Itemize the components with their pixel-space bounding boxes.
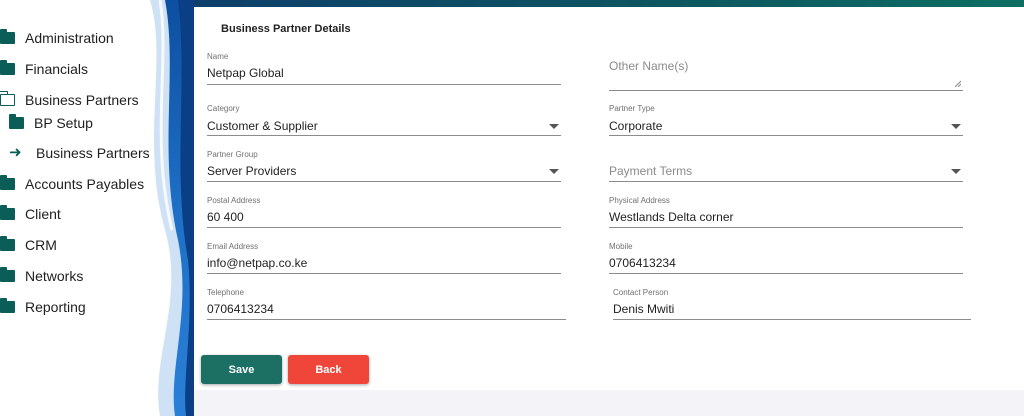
name-label: Name xyxy=(207,52,229,61)
other-names-placeholder: Other Name(s) xyxy=(609,59,689,73)
sidebar-item-client[interactable]: Client xyxy=(0,203,61,225)
name-value: Netpap Global xyxy=(207,66,284,80)
sidebar-item-label: Business Partners xyxy=(36,145,150,161)
sidebar-item-accounts-payables[interactable]: Accounts Payables xyxy=(0,173,144,195)
chevron-down-icon xyxy=(951,169,961,174)
sidebar-item-label: BP Setup xyxy=(34,115,93,131)
partner-group-label: Partner Group xyxy=(207,150,258,159)
chevron-down-icon xyxy=(951,124,961,129)
category-select[interactable]: Category Customer & Supplier xyxy=(207,104,561,136)
partner-type-label: Partner Type xyxy=(609,104,655,113)
partner-group-select[interactable]: Partner Group Server Providers xyxy=(207,150,561,182)
category-label: Category xyxy=(207,104,240,113)
mobile-field[interactable]: Mobile 0706413234 xyxy=(609,242,963,274)
folder-icon xyxy=(0,205,15,220)
sidebar-item-label: Networks xyxy=(25,268,84,284)
sidebar-item-label: Administration xyxy=(25,30,114,46)
resize-handle-icon[interactable] xyxy=(954,80,961,87)
sidebar-item-business-partners-list[interactable]: ➜ Business Partners xyxy=(9,142,150,164)
chevron-down-icon xyxy=(549,169,559,174)
physical-address-field[interactable]: Physical Address Westlands Delta corner xyxy=(609,196,963,228)
payment-terms-select[interactable]: Payment Terms xyxy=(609,150,963,182)
partner-type-value: Corporate xyxy=(609,119,663,133)
contact-person-field[interactable]: Contact Person Denis Mwiti xyxy=(613,288,971,320)
folder-icon xyxy=(9,114,24,129)
folder-icon xyxy=(0,298,15,313)
telephone-value: 0706413234 xyxy=(207,302,274,316)
sidebar-item-label: Reporting xyxy=(25,299,86,315)
arrow-right-icon: ➜ xyxy=(9,144,22,161)
email-address-value: info@netpap.co.ke xyxy=(207,256,308,270)
sidebar-nav: Administration Financials Business Partn… xyxy=(0,0,194,416)
folder-icon xyxy=(0,236,15,251)
folder-open-icon xyxy=(0,91,15,106)
mobile-label: Mobile xyxy=(609,242,633,251)
postal-address-value: 60 400 xyxy=(207,210,244,224)
postal-address-label: Postal Address xyxy=(207,196,261,205)
save-button[interactable]: Save xyxy=(201,355,282,384)
payment-terms-placeholder: Payment Terms xyxy=(609,164,693,178)
physical-address-label: Physical Address xyxy=(609,196,670,205)
sidebar-item-label: CRM xyxy=(25,237,57,253)
chevron-down-icon xyxy=(549,124,559,129)
sidebar-item-label: Accounts Payables xyxy=(25,176,145,192)
physical-address-value: Westlands Delta corner xyxy=(609,210,734,224)
footer-strip xyxy=(194,390,1024,416)
contact-person-label: Contact Person xyxy=(613,288,669,297)
partner-group-value: Server Providers xyxy=(207,164,297,178)
sidebar-item-reporting[interactable]: Reporting xyxy=(0,296,86,318)
telephone-field[interactable]: Telephone 0706413234 xyxy=(207,288,566,320)
contact-person-value: Denis Mwiti xyxy=(613,302,675,316)
partner-type-select[interactable]: Partner Type Corporate xyxy=(609,104,963,136)
sidebar-item-label: Financials xyxy=(25,61,89,77)
form-title: Business Partner Details xyxy=(221,23,351,35)
sidebar-item-administration[interactable]: Administration xyxy=(0,27,114,49)
sidebar-item-label: Client xyxy=(25,206,61,222)
sidebar-item-financials[interactable]: Financials xyxy=(0,58,88,80)
sidebar: Administration Financials Business Partn… xyxy=(0,0,194,416)
telephone-label: Telephone xyxy=(207,288,244,297)
category-value: Customer & Supplier xyxy=(207,119,318,133)
top-accent-bar xyxy=(194,0,1024,7)
back-button[interactable]: Back xyxy=(288,355,369,384)
sidebar-item-bp-setup[interactable]: BP Setup xyxy=(9,112,93,134)
folder-icon xyxy=(0,175,15,190)
folder-icon xyxy=(0,267,15,282)
sidebar-item-crm[interactable]: CRM xyxy=(0,234,57,256)
other-names-textarea[interactable]: Other Name(s) xyxy=(609,58,963,91)
email-address-label: Email Address xyxy=(207,242,259,251)
sidebar-item-networks[interactable]: Networks xyxy=(0,265,83,287)
mobile-value: 0706413234 xyxy=(609,256,676,270)
name-field[interactable]: Name Netpap Global xyxy=(207,52,561,85)
sidebar-item-business-partners[interactable]: Business Partners xyxy=(0,89,139,111)
postal-address-field[interactable]: Postal Address 60 400 xyxy=(207,196,561,228)
sidebar-item-label: Business Partners xyxy=(25,92,139,108)
email-address-field[interactable]: Email Address info@netpap.co.ke xyxy=(207,242,561,274)
folder-icon xyxy=(0,60,15,75)
folder-icon xyxy=(0,29,15,44)
